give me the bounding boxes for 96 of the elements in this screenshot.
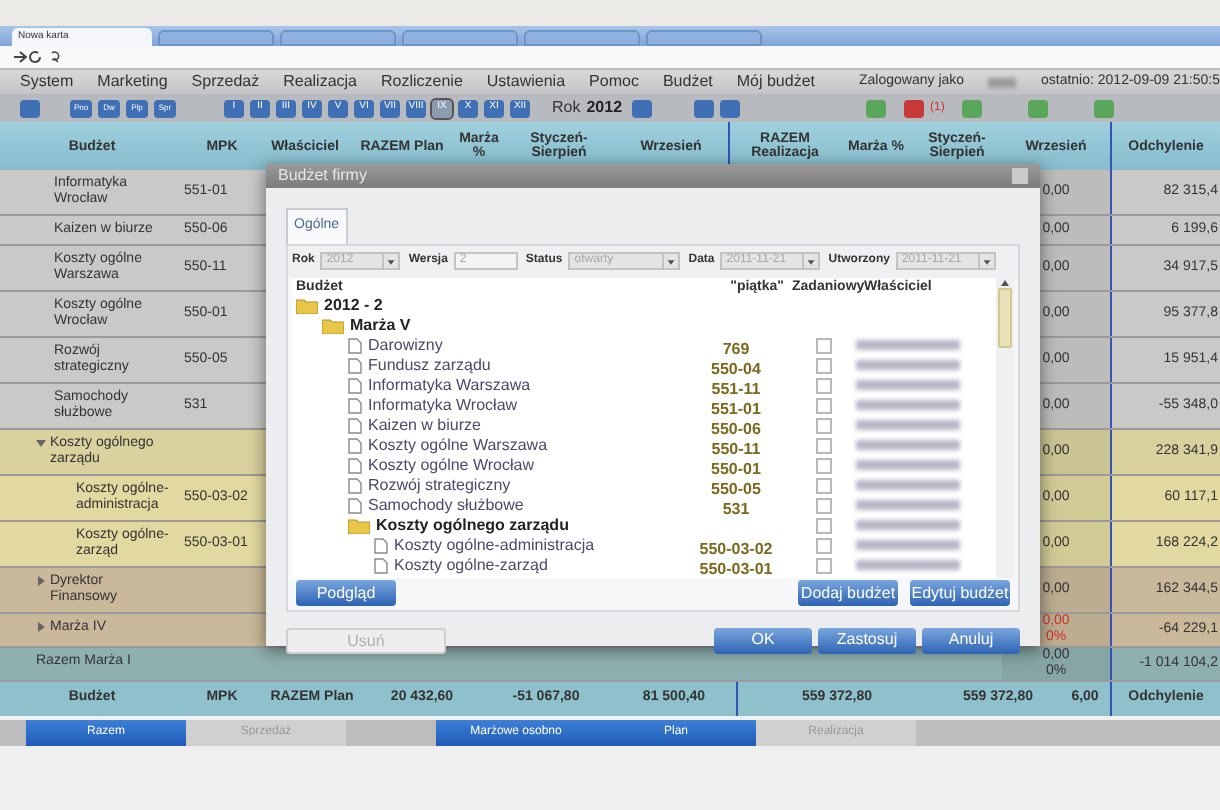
code-text: 550-03-02 [699,539,773,557]
redacted-text [856,500,960,510]
browser-tab[interactable] [158,30,274,46]
tree-item[interactable]: Rozwój strategiczny [368,476,511,494]
browser-tab[interactable] [646,30,762,46]
checkbox[interactable] [816,437,832,453]
dialog-button[interactable]: Podgląd [296,580,396,606]
checkbox[interactable] [816,497,832,513]
menu-item[interactable]: Pomoc [589,70,639,94]
redacted-text [856,480,960,490]
dialog-button[interactable]: Dodaj budżet [798,580,898,606]
browser-tab[interactable] [280,30,396,46]
status-button[interactable] [962,99,983,117]
code-text: 769 [722,339,750,357]
checkbox[interactable] [816,397,832,413]
dialog-button[interactable]: Edytuj budżet [910,580,1010,606]
redacted-text [856,520,960,530]
folder-icon [296,297,318,313]
toolbar-button[interactable] [632,99,653,117]
menu-item[interactable]: Rozliczenie [381,70,463,94]
status-button[interactable] [1094,99,1115,117]
browser-tab[interactable] [524,30,640,46]
browser-tab[interactable] [402,30,518,46]
checkbox[interactable] [816,457,832,473]
tree-item[interactable]: Samochody służbowe [368,496,524,514]
code-text: 550-06 [711,419,761,437]
tree-item[interactable]: Marża V [350,316,411,334]
dropdown-icon [662,253,679,269]
expand-icon[interactable] [36,622,46,632]
code-text: 550-03-01 [699,559,773,577]
scroll-thumb[interactable] [998,287,1012,347]
tree-item[interactable]: Koszty ogólne Wrocław [368,456,534,474]
menu-item[interactable]: System [20,70,74,94]
redacted-text [856,380,960,390]
status-button[interactable] [866,99,887,117]
status-button[interactable] [904,99,925,117]
tree-item[interactable]: Kaizen w biurze [368,416,481,434]
dialog-button[interactable]: OK [714,627,812,653]
tree-item[interactable]: Koszty ogólne-administracja [394,536,595,554]
checkbox[interactable] [816,517,832,533]
dialog-title: Budżet firmy [278,164,367,188]
code-text: 550-01 [711,459,761,477]
checkbox[interactable] [816,477,832,493]
tree-item[interactable]: Koszty ogólnego zarządu [376,516,569,534]
tree-item[interactable]: Darowizny [368,336,443,354]
tree-item[interactable]: Fundusz zarządu [368,356,491,374]
dropdown-icon [977,253,994,269]
menu-item[interactable]: Marketing [97,70,168,94]
toolbar-button[interactable] [694,99,715,117]
menu-item[interactable]: Ustawienia [486,70,566,94]
folder-icon [322,317,344,333]
collapse-icon[interactable] [36,438,46,448]
menu-item[interactable]: Sprzedaż [191,70,260,94]
code-text: 551-01 [711,399,761,417]
code-text: 551-11 [711,379,761,397]
code-text: 550-04 [711,359,761,377]
dialog-button[interactable]: Anuluj [922,627,1020,653]
tree-item[interactable]: Koszty ogólne-zarząd [394,556,548,574]
redacted-text [856,560,960,570]
dialog-button[interactable]: Zastosuj [818,627,916,653]
checkbox[interactable] [816,357,832,373]
tree-item[interactable]: 2012 - 2 [324,296,383,314]
checkbox[interactable] [816,417,832,433]
folder-icon [348,517,370,533]
tree-item[interactable]: Informatyka Wrocław [368,396,518,414]
redacted-text [856,540,960,550]
redacted-text [856,460,960,470]
menu-item[interactable]: Budżet [662,70,713,94]
expand-icon[interactable] [36,576,46,586]
code-text: 550-11 [711,439,761,457]
power-button[interactable] [20,99,40,117]
menu-item[interactable]: Realizacja [283,70,357,94]
dropdown-icon [802,253,819,269]
year-value: 2012 [586,96,623,120]
tree-item[interactable]: Informatyka Warszawa [368,376,531,394]
scrollbar[interactable] [996,277,1014,577]
redacted-text [856,440,960,450]
checkbox[interactable] [816,557,832,573]
status-button[interactable] [1028,99,1049,117]
redacted-text [856,360,960,370]
menu-item[interactable]: Mój budżet [736,70,815,94]
checkbox[interactable] [816,337,832,353]
dropdown-icon [382,253,399,269]
redacted-text [856,340,960,350]
toolbar-button[interactable] [720,99,741,117]
checkbox[interactable] [816,377,832,393]
tree-item[interactable]: Koszty ogólne Warszawa [368,436,548,454]
code-text: 550-05 [711,479,761,497]
redacted-text [856,400,960,410]
redacted-text [988,77,1017,87]
close-button[interactable] [1012,168,1028,184]
checkbox[interactable] [816,537,832,553]
code-text: 531 [722,499,750,517]
redacted-text [856,420,960,430]
back-forward-icon[interactable] [12,50,60,64]
year-label: Rok [552,96,581,120]
